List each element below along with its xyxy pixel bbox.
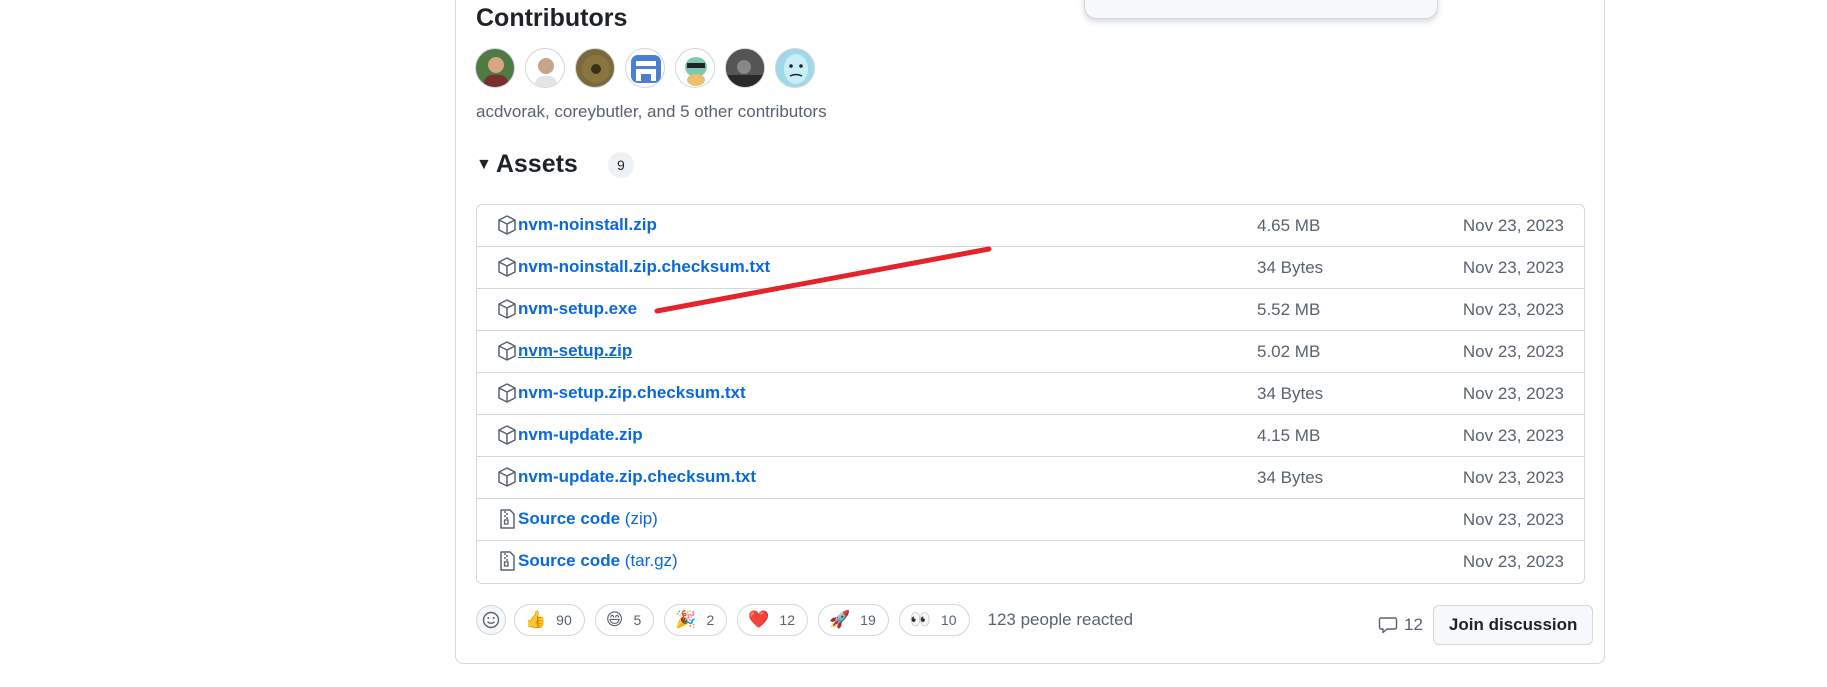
asset-link[interactable]: nvm-setup.zip.checksum.txt <box>518 383 746 403</box>
reaction-rocket[interactable]: 🚀 19 <box>818 604 889 636</box>
contributors-summary: acdvorak, coreybutler, and 5 other contr… <box>476 102 827 121</box>
thumbs-up-icon: 👍 <box>525 610 547 629</box>
asset-link[interactable]: nvm-setup.exe <box>518 299 637 319</box>
asset-link[interactable]: nvm-noinstall.zip.checksum.txt <box>518 257 770 277</box>
reaction-count: 10 <box>940 612 957 628</box>
avatar[interactable] <box>475 48 515 88</box>
avatar[interactable] <box>525 48 565 88</box>
eyes-icon: 👀 <box>909 610 931 629</box>
package-icon <box>498 425 516 445</box>
source-code-targz-link[interactable]: Source code (tar.gz) <box>518 551 678 571</box>
package-icon <box>498 467 516 487</box>
package-icon <box>498 257 516 277</box>
avatar[interactable] <box>725 48 765 88</box>
laugh-icon: 😄 <box>605 610 624 629</box>
source-code-zip-link[interactable]: Source code (zip) <box>518 509 658 529</box>
add-reaction-button[interactable] <box>476 605 506 635</box>
reaction-eyes[interactable]: 👀 10 <box>898 604 970 636</box>
reaction-hooray[interactable]: 🎉 2 <box>664 604 728 636</box>
asset-link[interactable]: nvm-setup.zip <box>518 341 632 361</box>
asset-date: Nov 23, 2023 <box>1462 258 1564 277</box>
list-item: nvm-update.zip 4.15 MB Nov 23, 2023 <box>477 414 1584 456</box>
source-code-label: Source code <box>518 509 621 528</box>
list-item: Source code (tar.gz) Nov 23, 2023 <box>477 540 1584 582</box>
reactions-summary: 123 people reacted <box>987 610 1134 629</box>
list-item: nvm-setup.zip 5.02 MB Nov 23, 2023 <box>477 330 1584 372</box>
contributor-avatars <box>475 48 815 88</box>
source-code-ext: (zip) <box>624 509 658 528</box>
list-item: nvm-setup.zip.checksum.txt 34 Bytes Nov … <box>477 372 1584 414</box>
asset-date: Nov 23, 2023 <box>1462 468 1564 487</box>
asset-link[interactable]: nvm-update.zip.checksum.txt <box>518 467 756 487</box>
asset-size: 34 Bytes <box>1257 384 1324 403</box>
asset-date: Nov 23, 2023 <box>1462 384 1564 403</box>
avatar[interactable] <box>675 48 715 88</box>
reaction-count: 2 <box>706 612 715 628</box>
list-item: nvm-update.zip.checksum.txt 34 Bytes Nov… <box>477 456 1584 498</box>
asset-size: 34 Bytes <box>1257 258 1324 277</box>
package-icon <box>498 215 516 235</box>
asset-size: 5.02 MB <box>1257 342 1321 361</box>
list-item: nvm-noinstall.zip 4.65 MB Nov 23, 2023 <box>477 205 1584 246</box>
avatar[interactable] <box>775 48 815 88</box>
list-item: nvm-setup.exe 5.52 MB Nov 23, 2023 <box>477 288 1584 330</box>
discussion-area: 12 Join discussion <box>1378 605 1594 645</box>
triangle-down-icon: ▼ <box>476 155 492 173</box>
assets-heading: Assets <box>495 150 578 178</box>
hooray-icon: 🎉 <box>675 610 697 629</box>
package-icon <box>498 299 516 319</box>
package-icon <box>498 383 516 403</box>
avatar[interactable] <box>625 48 665 88</box>
asset-size: 4.15 MB <box>1257 426 1321 445</box>
join-discussion-button[interactable]: Join discussion <box>1432 605 1594 645</box>
reaction-count: 19 <box>860 612 876 628</box>
list-item: Source code (zip) Nov 23, 2023 <box>477 498 1584 540</box>
reactions-bar: 👍 90 😄 5 🎉 2 ❤️ 12 🚀 19 👀 10 123 people reacte… <box>476 604 1133 636</box>
heart-icon: ❤️ <box>748 610 770 629</box>
asset-date: Nov 23, 2023 <box>1462 510 1564 529</box>
avatar[interactable] <box>575 48 615 88</box>
reaction-count: 12 <box>779 612 795 628</box>
package-icon <box>498 341 516 361</box>
smiley-icon <box>482 611 500 629</box>
asset-date: Nov 23, 2023 <box>1462 300 1564 319</box>
asset-date: Nov 23, 2023 <box>1462 426 1564 445</box>
contributors-heading: Contributors <box>476 4 628 32</box>
file-zip-icon <box>500 509 515 529</box>
asset-size: 4.65 MB <box>1257 216 1321 235</box>
comment-count[interactable]: 12 <box>1404 615 1423 635</box>
dropdown-popup-edge <box>1084 0 1438 19</box>
reaction-count: 90 <box>556 612 572 628</box>
source-code-label: Source code <box>518 551 621 570</box>
asset-size: 5.52 MB <box>1257 300 1321 319</box>
asset-date: Nov 23, 2023 <box>1462 342 1564 361</box>
source-code-ext: (tar.gz) <box>624 551 678 570</box>
reaction-thumbs-up[interactable]: 👍 90 <box>514 604 585 636</box>
reaction-laugh[interactable]: 😄 5 <box>594 604 655 636</box>
rocket-icon: 🚀 <box>829 610 851 629</box>
assets-list: nvm-noinstall.zip 4.65 MB Nov 23, 2023 n… <box>476 204 1585 584</box>
list-item: nvm-noinstall.zip.checksum.txt 34 Bytes … <box>477 246 1584 288</box>
asset-link[interactable]: nvm-noinstall.zip <box>518 215 657 235</box>
file-zip-icon <box>500 551 515 571</box>
asset-link[interactable]: nvm-update.zip <box>518 425 643 445</box>
comment-icon[interactable] <box>1378 615 1398 635</box>
asset-size: 34 Bytes <box>1257 468 1324 487</box>
asset-date: Nov 23, 2023 <box>1462 552 1564 571</box>
asset-date: Nov 23, 2023 <box>1462 216 1564 235</box>
assets-toggle[interactable]: ▼ Assets 9 <box>476 150 634 179</box>
reaction-count: 5 <box>633 612 642 628</box>
reaction-heart[interactable]: ❤️ 12 <box>737 604 808 636</box>
assets-count-badge: 9 <box>607 151 634 178</box>
